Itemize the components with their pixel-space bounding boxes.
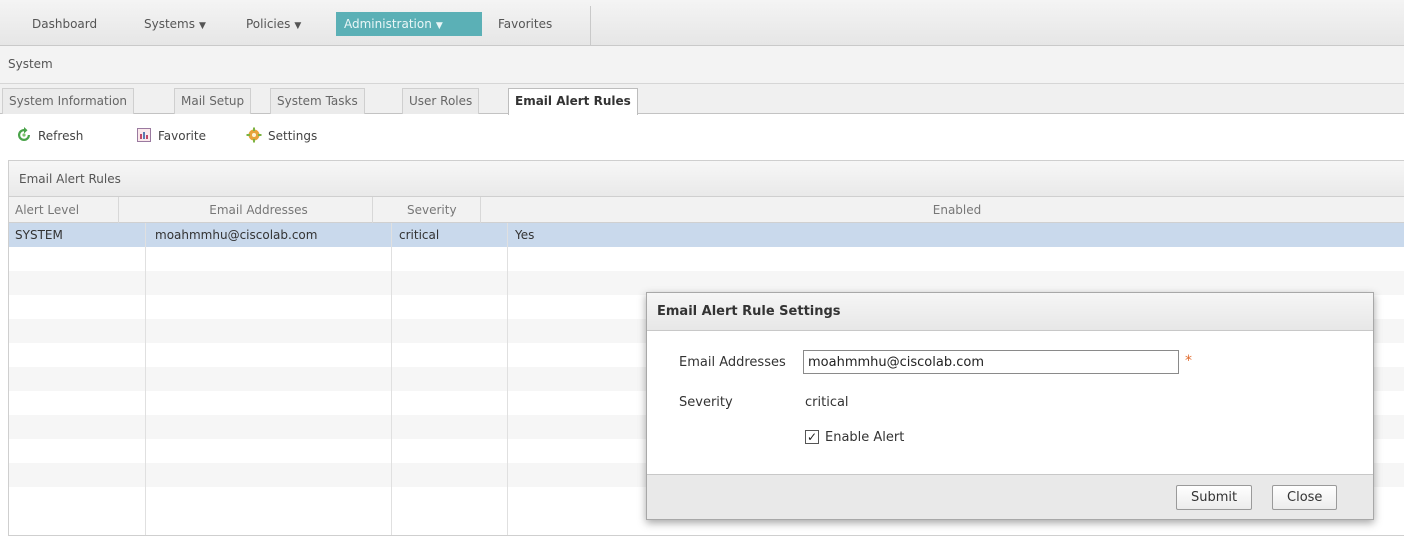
- cell-alert-level: SYSTEM: [15, 228, 63, 242]
- gear-icon: [246, 127, 262, 143]
- severity-label: Severity: [679, 395, 733, 410]
- favorite-icon: [137, 128, 151, 142]
- tab-user-roles[interactable]: User Roles: [402, 88, 480, 114]
- nav-favorites[interactable]: Favorites: [490, 12, 560, 36]
- page-title: System: [8, 57, 53, 71]
- tab-label: System Information: [9, 94, 128, 108]
- email-alert-rule-settings-dialog: Email Alert Rule Settings Email Addresse…: [646, 292, 1374, 520]
- severity-value: critical: [805, 395, 849, 410]
- refresh-label: Refresh: [38, 129, 84, 143]
- nav-policies-label: Policies: [246, 17, 291, 31]
- tab-label: System Tasks: [277, 94, 358, 108]
- tab-system-information[interactable]: System Information: [2, 88, 135, 114]
- column-header-email-addresses[interactable]: Email Addresses: [145, 197, 373, 223]
- tab-label: Mail Setup: [181, 94, 245, 108]
- email-addresses-label: Email Addresses: [679, 355, 786, 370]
- nav-administration[interactable]: Administration ▼: [336, 12, 482, 36]
- required-marker: *: [1185, 353, 1192, 369]
- top-nav: Dashboard Systems ▼ Policies ▼ Administrat…: [0, 0, 1404, 46]
- nav-systems[interactable]: Systems ▼: [136, 12, 214, 36]
- tab-email-alert-rules[interactable]: Email Alert Rules: [508, 88, 638, 115]
- settings-button[interactable]: Settings: [246, 127, 317, 145]
- nav-dashboard-label: Dashboard: [32, 17, 98, 31]
- table-row[interactable]: SYSTEM moahmmhu@ciscolab.com critical Ye…: [9, 223, 1404, 247]
- nav-dashboard[interactable]: Dashboard: [24, 12, 105, 36]
- column-divider: [507, 223, 508, 535]
- tab-system-tasks[interactable]: System Tasks: [270, 88, 365, 114]
- toolbar: Refresh Favorite Settings: [0, 115, 1404, 157]
- nav-divider: [590, 6, 591, 46]
- tab-bar: System Information Mail Setup System Tas…: [0, 84, 1404, 115]
- chevron-down-icon: ▼: [294, 21, 302, 31]
- dialog-footer: Submit Close: [647, 474, 1373, 519]
- grid-header: Alert Level Email Addresses Severity Ena…: [9, 197, 1404, 223]
- cell-enabled: Yes: [515, 228, 535, 242]
- dialog-title: Email Alert Rule Settings: [647, 293, 1373, 331]
- nav-systems-label: Systems: [144, 17, 195, 31]
- nav-policies[interactable]: Policies ▼: [238, 12, 309, 36]
- enable-alert-checkbox[interactable]: ✓: [805, 430, 819, 444]
- email-addresses-input[interactable]: [803, 350, 1179, 374]
- enable-alert-label[interactable]: Enable Alert: [825, 430, 904, 445]
- tab-label: User Roles: [409, 94, 473, 108]
- submit-button[interactable]: Submit: [1176, 485, 1253, 510]
- chevron-down-icon: ▼: [199, 21, 206, 31]
- nav-administration-label: Administration: [344, 17, 432, 31]
- empty-row: [9, 247, 1404, 271]
- column-divider: [391, 223, 392, 535]
- favorite-label: Favorite: [158, 129, 206, 143]
- chevron-down-icon: ▼: [435, 21, 443, 31]
- refresh-icon: [18, 127, 30, 141]
- settings-label: Settings: [268, 129, 318, 143]
- close-button[interactable]: Close: [1272, 485, 1338, 510]
- column-header-alert-level[interactable]: Alert Level: [9, 197, 119, 223]
- tab-label: Email Alert Rules: [515, 94, 631, 108]
- panel-title: Email Alert Rules: [9, 161, 1404, 197]
- refresh-button[interactable]: Refresh: [16, 127, 83, 145]
- column-header-enabled[interactable]: Enabled: [509, 197, 1404, 223]
- cell-severity: critical: [399, 228, 440, 242]
- system-bar: System: [0, 46, 1404, 84]
- column-divider: [145, 223, 146, 535]
- cell-email: moahmmhu@ciscolab.com: [155, 228, 318, 242]
- favorite-button[interactable]: Favorite: [136, 127, 206, 145]
- tab-mail-setup[interactable]: Mail Setup: [174, 88, 252, 114]
- column-header-severity[interactable]: Severity: [391, 197, 481, 223]
- nav-favorites-label: Favorites: [498, 17, 553, 31]
